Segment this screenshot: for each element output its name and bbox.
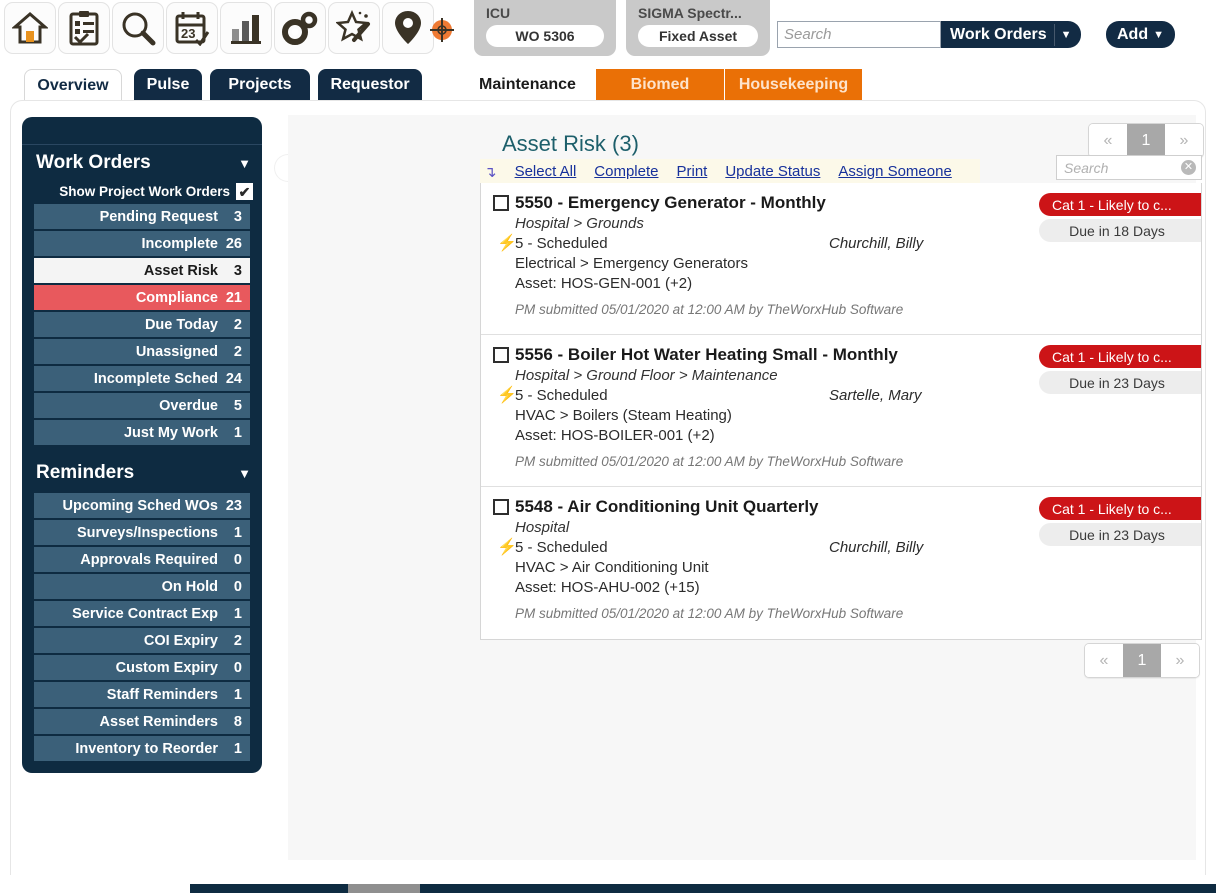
work-order-asset: Asset: HOS-AHU-002 (+15): [515, 579, 700, 596]
top-navigation-bar: 23 ICU WO 5306 SIGMA Spectr... Fixed Ass…: [0, 0, 1216, 58]
search-scope-dropdown[interactable]: Work Orders ▼: [941, 21, 1081, 48]
lightning-bolt-icon: ⚡: [497, 386, 517, 404]
tab-bar: Overview Pulse Projects Requestor Mainte…: [0, 58, 1216, 101]
chevron-down-icon: ▼: [1153, 28, 1164, 41]
work-order-assignee: Churchill, Billy: [829, 539, 924, 556]
globe-crosshair-icon[interactable]: [428, 16, 456, 44]
work-order-status: 5 - Scheduled: [515, 387, 608, 404]
clear-search-icon[interactable]: ✕: [1181, 160, 1196, 175]
pagination-next-button[interactable]: »: [1165, 124, 1203, 157]
work-order-status: 5 - Scheduled: [515, 235, 608, 252]
pagination-prev-button[interactable]: «: [1089, 124, 1127, 157]
tab-overview[interactable]: Overview: [24, 69, 122, 101]
application-window: 23 ICU WO 5306 SIGMA Spectr... Fixed Ass…: [0, 0, 1216, 893]
bar-chart-icon[interactable]: [220, 2, 272, 54]
main-panel: Work Orders ▼ Show Project Work Orders ✔…: [10, 100, 1206, 875]
panel-inner: Asset Risk (3) « 1 » ↴ Select All Comple…: [22, 115, 1204, 860]
work-order-checkbox[interactable]: [493, 347, 509, 363]
content-area: Asset Risk (3) « 1 » ↴ Select All Comple…: [288, 115, 1204, 860]
add-button-label: Add: [1117, 25, 1149, 43]
pagination-page-1-button[interactable]: 1: [1127, 124, 1165, 157]
work-order-card[interactable]: 5550 - Emergency Generator - Monthly Hos…: [481, 183, 1201, 335]
work-order-title: 5548 - Air Conditioning Unit Quarterly: [515, 497, 819, 516]
context-chip-title: SIGMA Spectr...: [638, 5, 742, 21]
list-search-input[interactable]: Search ✕: [1056, 155, 1202, 180]
due-date-badge: Due in 23 Days: [1039, 371, 1201, 394]
due-date-badge: Due in 18 Days: [1039, 219, 1201, 242]
list-search-placeholder: Search: [1064, 159, 1109, 176]
update-status-link[interactable]: Update Status: [725, 163, 820, 180]
tab-projects[interactable]: Projects: [210, 69, 310, 100]
select-all-link[interactable]: Select All: [515, 163, 577, 180]
pagination-bottom: « 1 »: [1084, 643, 1200, 678]
tab-requestor[interactable]: Requestor: [318, 69, 422, 100]
work-order-assignee: Churchill, Billy: [829, 235, 924, 252]
work-order-checkbox[interactable]: [493, 195, 509, 211]
due-date-badge: Due in 23 Days: [1039, 523, 1201, 546]
global-search-input[interactable]: Search: [777, 21, 941, 48]
tab-maintenance[interactable]: Maintenance: [459, 69, 596, 101]
clipboard-tasks-icon[interactable]: [58, 2, 110, 54]
risk-category-badge: Cat 1 - Likely to c...: [1039, 193, 1201, 216]
work-order-badges: Cat 1 - Likely to c... Due in 23 Days: [1039, 497, 1201, 546]
bottom-status-strip: [0, 875, 1216, 893]
work-order-pm-note: PM submitted 05/01/2020 at 12:00 AM by T…: [515, 302, 904, 317]
work-order-asset: Asset: HOS-GEN-001 (+2): [515, 275, 693, 292]
pagination-next-button[interactable]: »: [1161, 644, 1199, 677]
assign-someone-link[interactable]: Assign Someone: [838, 163, 951, 180]
down-left-arrow-icon: ↴: [484, 163, 497, 181]
page-title: Asset Risk (3): [502, 131, 639, 156]
work-order-asset: Asset: HOS-BOILER-001 (+2): [515, 427, 715, 444]
context-chip-title: ICU: [486, 5, 511, 21]
search-magnifier-icon[interactable]: [112, 2, 164, 54]
pagination-page-1-button[interactable]: 1: [1123, 644, 1161, 677]
svg-text:23: 23: [181, 26, 195, 41]
work-order-title: 5556 - Boiler Hot Water Heating Small - …: [515, 345, 898, 364]
map-pin-icon[interactable]: [382, 2, 434, 54]
work-order-category: Electrical > Emergency Generators: [515, 255, 749, 272]
work-order-category: HVAC > Air Conditioning Unit: [515, 559, 709, 576]
pagination-prev-button[interactable]: «: [1085, 644, 1123, 677]
tab-housekeeping[interactable]: Housekeeping: [725, 69, 862, 100]
lightning-bolt-icon: ⚡: [497, 538, 517, 556]
print-link[interactable]: Print: [676, 163, 707, 180]
work-order-status: 5 - Scheduled: [515, 539, 608, 556]
home-icon[interactable]: [4, 2, 56, 54]
action-toolbar: ↴ Select All Complete Print Update Statu…: [480, 159, 980, 184]
work-order-assignee: Sartelle, Mary: [829, 387, 922, 404]
work-order-card[interactable]: 5556 - Boiler Hot Water Heating Small - …: [481, 335, 1201, 487]
search-scope-label: Work Orders: [950, 25, 1047, 43]
context-chip-pill[interactable]: Fixed Asset: [638, 25, 758, 47]
pagination-top: « 1 »: [1088, 123, 1204, 158]
tab-pulse[interactable]: Pulse: [134, 69, 202, 100]
tab-biomed[interactable]: Biomed: [596, 69, 724, 100]
work-order-category: HVAC > Boilers (Steam Heating): [515, 407, 732, 424]
complete-link[interactable]: Complete: [594, 163, 658, 180]
lightning-bolt-icon: ⚡: [497, 234, 517, 252]
work-order-title: 5550 - Emergency Generator - Monthly: [515, 193, 826, 212]
work-order-badges: Cat 1 - Likely to c... Due in 18 Days: [1039, 193, 1201, 242]
risk-category-badge: Cat 1 - Likely to c...: [1039, 497, 1201, 520]
work-order-card[interactable]: 5548 - Air Conditioning Unit Quarterly H…: [481, 487, 1201, 639]
taskbar-strip: [190, 884, 1216, 893]
work-order-pm-note: PM submitted 05/01/2020 at 12:00 AM by T…: [515, 606, 904, 621]
context-chip-sigma[interactable]: SIGMA Spectr... Fixed Asset: [626, 0, 770, 56]
chevron-down-icon: ▼: [1060, 28, 1072, 41]
work-order-pm-note: PM submitted 05/01/2020 at 12:00 AM by T…: [515, 454, 904, 469]
calendar-icon[interactable]: 23: [166, 2, 218, 54]
star-wand-icon[interactable]: [328, 2, 380, 54]
context-chip-icu[interactable]: ICU WO 5306: [474, 0, 616, 56]
taskbar-item: [348, 884, 420, 893]
gears-settings-icon[interactable]: [274, 2, 326, 54]
work-order-checkbox[interactable]: [493, 499, 509, 515]
context-chip-pill[interactable]: WO 5306: [486, 25, 604, 47]
work-order-list: 5550 - Emergency Generator - Monthly Hos…: [480, 183, 1202, 640]
risk-category-badge: Cat 1 - Likely to c...: [1039, 345, 1201, 368]
add-button[interactable]: Add ▼: [1106, 21, 1175, 48]
icon-toolbar: 23: [4, 2, 434, 54]
work-order-badges: Cat 1 - Likely to c... Due in 23 Days: [1039, 345, 1201, 394]
